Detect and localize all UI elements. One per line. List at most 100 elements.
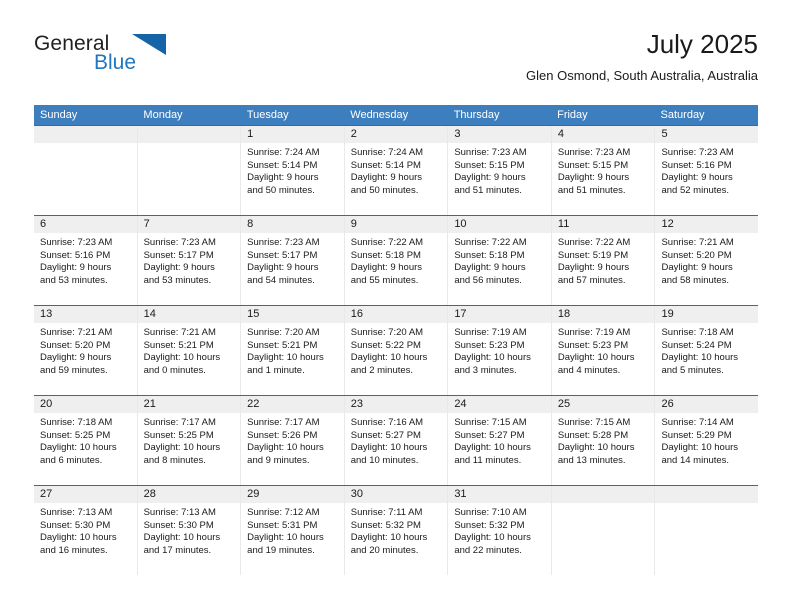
- daylight-text-line2: and 9 minutes.: [247, 454, 310, 466]
- day-number: 5: [661, 128, 668, 140]
- daylight-text-line2: and 57 minutes.: [557, 274, 626, 286]
- day-cell[interactable]: 10 Sunrise: 7:22 AM Sunset: 5:18 PM Dayl…: [448, 216, 552, 305]
- daylight-text-line2: and 54 minutes.: [247, 274, 315, 286]
- day-cell[interactable]: 25 Sunrise: 7:15 AM Sunset: 5:28 PM Dayl…: [551, 396, 656, 485]
- day-cell[interactable]: 11 Sunrise: 7:22 AM Sunset: 5:19 PM Dayl…: [551, 216, 656, 305]
- day-number: 20: [40, 398, 53, 410]
- day-number-strip: 17: [448, 306, 551, 323]
- page-header: General Blue July 2025 Glen Osmond, Sout…: [34, 28, 758, 98]
- day-number-strip: 25: [551, 396, 655, 413]
- day-cell[interactable]: 29 Sunrise: 7:12 AM Sunset: 5:31 PM Dayl…: [241, 486, 345, 575]
- day-cell[interactable]: 7 Sunrise: 7:23 AM Sunset: 5:17 PM Dayli…: [137, 216, 242, 305]
- day-cell[interactable]: 5 Sunrise: 7:23 AM Sunset: 5:16 PM Dayli…: [655, 126, 759, 215]
- day-cell[interactable]: [551, 486, 656, 575]
- day-cell[interactable]: 27 Sunrise: 7:13 AM Sunset: 5:30 PM Dayl…: [34, 486, 138, 575]
- daylight-text-line1: Daylight: 10 hours: [454, 442, 531, 454]
- day-number: 2: [350, 128, 357, 140]
- day-number: 21: [143, 398, 156, 410]
- location-subtitle: Glen Osmond, South Australia, Australia: [526, 68, 758, 83]
- day-cell[interactable]: 22 Sunrise: 7:17 AM Sunset: 5:26 PM Dayl…: [241, 396, 345, 485]
- day-number-strip: 15: [241, 306, 344, 323]
- sunrise-text: Sunrise: 7:24 AM: [350, 147, 424, 158]
- day-cell[interactable]: 17 Sunrise: 7:19 AM Sunset: 5:23 PM Dayl…: [448, 306, 552, 395]
- daylight-text-line2: and 6 minutes.: [40, 454, 103, 466]
- day-cell[interactable]: 14 Sunrise: 7:21 AM Sunset: 5:21 PM Dayl…: [137, 306, 242, 395]
- sunset-text: Sunset: 5:27 PM: [350, 429, 421, 441]
- day-number-strip: 13: [34, 306, 137, 323]
- day-details: Sunrise: 7:23 AM Sunset: 5:15 PM Dayligh…: [448, 143, 551, 197]
- day-cell[interactable]: 18 Sunrise: 7:19 AM Sunset: 5:23 PM Dayl…: [551, 306, 656, 395]
- day-details: [552, 503, 655, 507]
- daylight-text-line1: Daylight: 10 hours: [247, 442, 324, 454]
- day-details: Sunrise: 7:22 AM Sunset: 5:18 PM Dayligh…: [345, 233, 448, 287]
- sunset-text: Sunset: 5:21 PM: [143, 339, 214, 351]
- daylight-text-line2: and 4 minutes.: [557, 364, 621, 376]
- page-title: July 2025: [646, 29, 758, 59]
- day-number-strip: 16: [344, 306, 448, 323]
- day-cell[interactable]: 16 Sunrise: 7:20 AM Sunset: 5:22 PM Dayl…: [344, 306, 449, 395]
- weekday-header-wednesday: Wednesday: [350, 109, 409, 121]
- daylight-text-line1: Daylight: 10 hours: [661, 352, 739, 364]
- daylight-text-line1: Daylight: 9 hours: [40, 262, 112, 274]
- sunset-text: Sunset: 5:27 PM: [454, 429, 525, 441]
- day-details: [655, 503, 758, 507]
- day-details: [138, 143, 241, 147]
- day-cell[interactable]: 4 Sunrise: 7:23 AM Sunset: 5:15 PM Dayli…: [551, 126, 656, 215]
- day-cell[interactable]: [137, 126, 242, 215]
- day-cell[interactable]: 3 Sunrise: 7:23 AM Sunset: 5:15 PM Dayli…: [448, 126, 552, 215]
- daylight-text-line1: Daylight: 9 hours: [661, 262, 733, 274]
- day-number-strip: 9: [344, 216, 448, 233]
- day-cell[interactable]: 12 Sunrise: 7:21 AM Sunset: 5:20 PM Dayl…: [655, 216, 759, 305]
- day-cell[interactable]: 24 Sunrise: 7:15 AM Sunset: 5:27 PM Dayl…: [448, 396, 552, 485]
- sunset-text: Sunset: 5:29 PM: [661, 429, 732, 441]
- day-cell[interactable]: 28 Sunrise: 7:13 AM Sunset: 5:30 PM Dayl…: [137, 486, 242, 575]
- daylight-text-line1: Daylight: 9 hours: [454, 262, 526, 274]
- day-cell[interactable]: [655, 486, 759, 575]
- day-number-strip: [551, 486, 655, 503]
- day-cell[interactable]: 9 Sunrise: 7:22 AM Sunset: 5:18 PM Dayli…: [344, 216, 449, 305]
- day-cell[interactable]: 31 Sunrise: 7:10 AM Sunset: 5:32 PM Dayl…: [448, 486, 552, 575]
- sunrise-text: Sunrise: 7:21 AM: [40, 327, 113, 338]
- logo-triangle-icon: [132, 34, 166, 55]
- day-cell[interactable]: 8 Sunrise: 7:23 AM Sunset: 5:17 PM Dayli…: [241, 216, 345, 305]
- day-cell[interactable]: 23 Sunrise: 7:16 AM Sunset: 5:27 PM Dayl…: [344, 396, 449, 485]
- sunset-text: Sunset: 5:18 PM: [454, 249, 525, 261]
- sunrise-text: Sunrise: 7:22 AM: [350, 237, 424, 248]
- weekday-header-friday: Friday: [557, 109, 588, 121]
- sunrise-text: Sunrise: 7:22 AM: [454, 237, 527, 248]
- day-cell[interactable]: 2 Sunrise: 7:24 AM Sunset: 5:14 PM Dayli…: [344, 126, 449, 215]
- daylight-text-line2: and 1 minute.: [247, 364, 305, 376]
- day-cell[interactable]: 6 Sunrise: 7:23 AM Sunset: 5:16 PM Dayli…: [34, 216, 138, 305]
- general-blue-logo[interactable]: General Blue: [34, 32, 234, 88]
- calendar-grid: Sunday Monday Tuesday Wednesday Thursday…: [34, 105, 759, 575]
- day-cell[interactable]: 13 Sunrise: 7:21 AM Sunset: 5:20 PM Dayl…: [34, 306, 138, 395]
- day-number: 16: [350, 308, 363, 320]
- day-details: Sunrise: 7:12 AM Sunset: 5:31 PM Dayligh…: [241, 503, 344, 557]
- day-details: Sunrise: 7:23 AM Sunset: 5:16 PM Dayligh…: [34, 233, 137, 287]
- day-number: 28: [143, 488, 156, 500]
- daylight-text-line2: and 53 minutes.: [40, 274, 108, 286]
- day-cell[interactable]: 19 Sunrise: 7:18 AM Sunset: 5:24 PM Dayl…: [655, 306, 759, 395]
- day-cell[interactable]: 26 Sunrise: 7:14 AM Sunset: 5:29 PM Dayl…: [655, 396, 759, 485]
- day-cell[interactable]: 30 Sunrise: 7:11 AM Sunset: 5:32 PM Dayl…: [344, 486, 449, 575]
- day-cell[interactable]: 21 Sunrise: 7:17 AM Sunset: 5:25 PM Dayl…: [137, 396, 242, 485]
- day-cell[interactable]: 15 Sunrise: 7:20 AM Sunset: 5:21 PM Dayl…: [241, 306, 345, 395]
- day-details: Sunrise: 7:14 AM Sunset: 5:29 PM Dayligh…: [655, 413, 758, 467]
- logo-text-blue: Blue: [94, 51, 137, 74]
- day-details: Sunrise: 7:11 AM Sunset: 5:32 PM Dayligh…: [345, 503, 448, 557]
- day-details: Sunrise: 7:23 AM Sunset: 5:17 PM Dayligh…: [138, 233, 241, 287]
- sunset-text: Sunset: 5:16 PM: [661, 159, 732, 171]
- day-number: 15: [247, 308, 260, 320]
- day-details: Sunrise: 7:21 AM Sunset: 5:20 PM Dayligh…: [655, 233, 758, 287]
- sunrise-text: Sunrise: 7:20 AM: [350, 327, 424, 338]
- day-number-strip: 31: [448, 486, 551, 503]
- sunset-text: Sunset: 5:21 PM: [247, 339, 318, 351]
- day-cell[interactable]: 1 Sunrise: 7:24 AM Sunset: 5:14 PM Dayli…: [241, 126, 345, 215]
- day-cell[interactable]: 20 Sunrise: 7:18 AM Sunset: 5:25 PM Dayl…: [34, 396, 138, 485]
- daylight-text-line1: Daylight: 10 hours: [143, 532, 221, 544]
- sunset-text: Sunset: 5:26 PM: [247, 429, 318, 441]
- sunset-text: Sunset: 5:24 PM: [661, 339, 732, 351]
- day-cell[interactable]: [34, 126, 138, 215]
- sunrise-text: Sunrise: 7:11 AM: [350, 507, 423, 518]
- sunrise-text: Sunrise: 7:15 AM: [454, 417, 527, 428]
